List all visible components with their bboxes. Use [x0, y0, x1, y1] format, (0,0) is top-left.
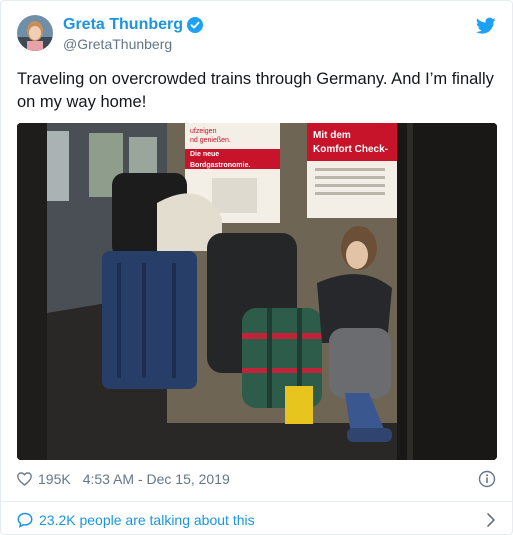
tweet-card: Greta Thunberg @GretaThunberg Traveling …: [0, 0, 513, 535]
sign-right-line1: Mit dem: [313, 130, 351, 141]
avatar[interactable]: [17, 15, 53, 51]
tweet-header: Greta Thunberg @GretaThunberg: [17, 15, 496, 59]
talking-text[interactable]: 23.2K people are talking about this: [39, 512, 255, 528]
handle[interactable]: @GretaThunberg: [63, 35, 203, 53]
tweet-timestamp[interactable]: 4:53 AM - Dec 15, 2019: [83, 471, 230, 487]
sign-left-line2: nd genießen.: [190, 137, 231, 144]
info-icon[interactable]: [478, 470, 496, 488]
sign-right-line2: Komfort Check-: [313, 144, 388, 155]
like-count[interactable]: 195K: [38, 471, 71, 487]
tweet-meta: 195K 4:53 AM - Dec 15, 2019: [17, 468, 496, 490]
conversation-link[interactable]: 23.2K people are talking about this: [17, 510, 496, 530]
twitter-bird-icon[interactable]: [476, 17, 496, 35]
heart-icon[interactable]: [17, 472, 32, 486]
divider: [1, 501, 512, 502]
sign-left-line1: ufzeigen: [190, 128, 217, 135]
display-name-row[interactable]: Greta Thunberg: [63, 16, 204, 34]
tweet-text: Traveling on overcrowded trains through …: [17, 70, 494, 111]
chevron-right-icon[interactable]: [486, 512, 496, 528]
verified-badge-icon: [187, 17, 204, 33]
tweet-photo[interactable]: ufzeigen nd genießen. Die neue Bordgastr…: [17, 123, 497, 460]
sign-left-line3: Die neue: [190, 151, 219, 158]
speech-bubble-icon: [17, 512, 33, 528]
display-name[interactable]: Greta Thunberg: [63, 16, 183, 34]
sign-left-line4: Bordgastronomie.: [190, 162, 250, 169]
name-block: Greta Thunberg @GretaThunberg: [63, 16, 204, 53]
